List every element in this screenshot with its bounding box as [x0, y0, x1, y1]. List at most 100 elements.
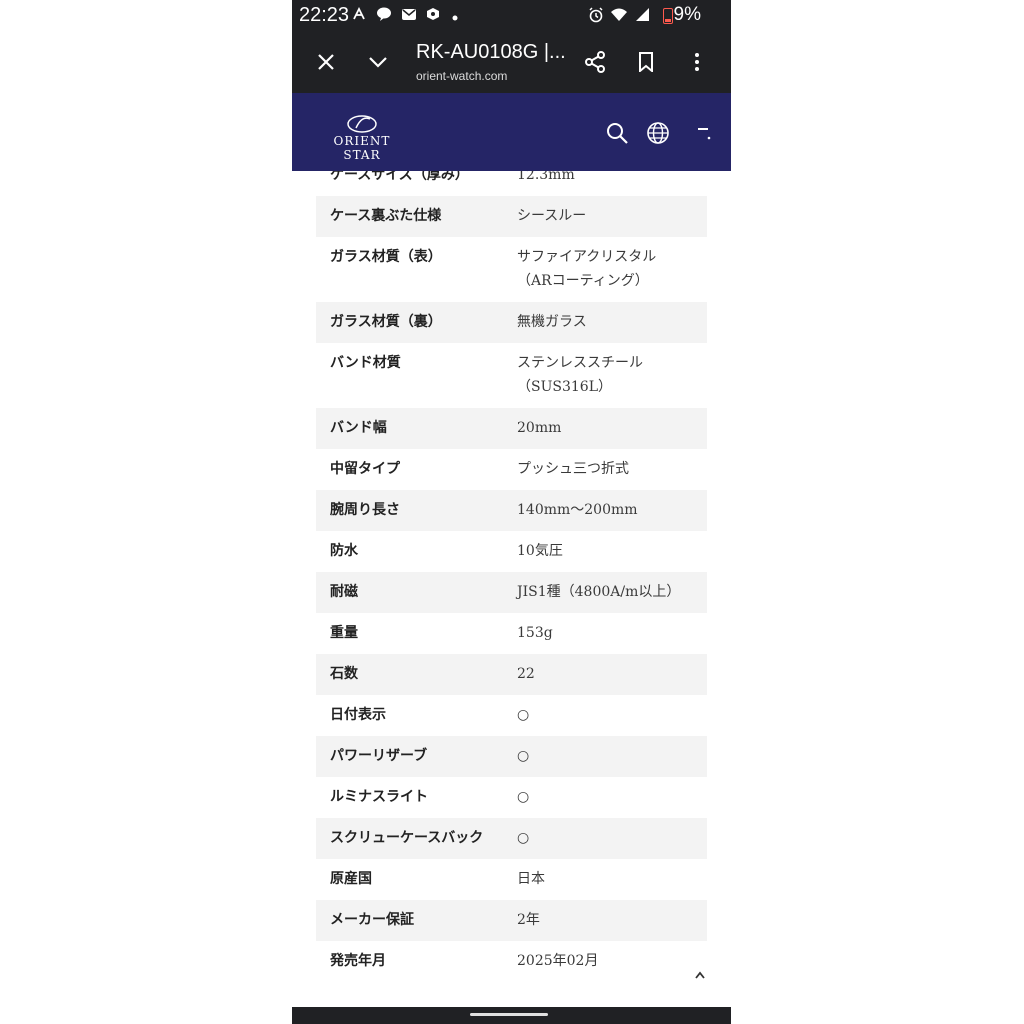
spec-value: ○ [517, 695, 707, 736]
dot-icon [452, 9, 458, 24]
spec-value-line: 無機ガラス [517, 314, 587, 330]
spec-value: ○ [517, 736, 707, 777]
battery-icon [663, 8, 673, 24]
close-icon [318, 54, 334, 70]
close-tab-button[interactable] [310, 46, 342, 78]
spec-value-line: 日本 [517, 871, 545, 887]
chevron-up-icon [695, 971, 705, 979]
spec-label: スクリューケースバック [330, 830, 484, 846]
spec-label: 重量 [330, 625, 358, 641]
spec-table: ケースサイズ（厚み） 12.3mm ケース裏ぶた仕様 シースルー ガラス材質（表） サファ… [316, 155, 707, 982]
spec-label: 発売年月 [330, 953, 386, 969]
spec-row: 日付表示 ○ [316, 695, 707, 736]
minimize-button[interactable] [362, 46, 394, 78]
spec-value: 無機ガラス [517, 302, 707, 343]
navigation-icon [352, 6, 367, 24]
spec-row: パワーリザーブ ○ [316, 736, 707, 777]
spec-value: ○ [517, 777, 707, 818]
status-time: 22:23 [299, 4, 350, 26]
spec-label: 耐磁 [330, 584, 358, 600]
spec-value-line: サファイアクリスタル [517, 249, 657, 265]
spec-row: メーカー保証 2年 [316, 900, 707, 941]
spec-value-line: JIS1種（4800A/m以上） [517, 584, 681, 600]
language-button[interactable] [644, 119, 672, 147]
browser-toolbar: RK-AU0108G |... orient-watch.com [292, 32, 731, 93]
spec-row: ルミナスライト ○ [316, 777, 707, 818]
spec-value-line: 2025年02月 [517, 953, 599, 969]
spec-value-line: 140mm～200mm [517, 502, 638, 518]
spec-value-line: 10気圧 [517, 543, 563, 559]
spec-value: JIS1種（4800A/m以上） [517, 572, 707, 613]
spec-row: バンド材質 ステンレススチール （SUS316L） [316, 343, 707, 408]
app-icon [425, 7, 441, 24]
spec-label: ケース裏ぶた仕様 [330, 208, 442, 224]
line-icon [376, 7, 392, 24]
more-vert-icon [695, 53, 699, 71]
bookmark-button[interactable] [630, 46, 662, 78]
spec-value: 10気圧 [517, 531, 707, 572]
share-icon [585, 51, 605, 73]
phone-screen: ケースサイズ（厚み） 12.3mm ケース裏ぶた仕様 シースルー ガラス材質（表） サファ… [292, 0, 731, 1024]
wifi-icon [610, 7, 628, 25]
spec-label: バンド幅 [330, 420, 387, 436]
spec-value: サファイアクリスタル （ARコーティング） [517, 237, 707, 302]
spec-value: ステンレススチール （SUS316L） [517, 343, 707, 408]
globe-icon [647, 122, 669, 144]
chevron-down-icon [369, 57, 387, 68]
spec-value: 22 [517, 654, 707, 695]
alarm-icon [588, 7, 604, 26]
spec-label: 日付表示 [330, 707, 386, 723]
orient-star-logo[interactable]: ORIENT STAR [314, 113, 406, 162]
spec-label: パワーリザーブ [330, 748, 428, 764]
menu-button[interactable] [689, 119, 717, 147]
spec-row: 中留タイプ プッシュ三つ折式 [316, 449, 707, 490]
spec-value-line: ○ [517, 748, 530, 764]
system-nav-bar [292, 1007, 731, 1024]
spec-value-line: ○ [517, 830, 530, 846]
spec-label: バンド材質 [330, 355, 401, 371]
brand-name: ORIENT STAR [333, 134, 391, 162]
spec-value-line: 22 [517, 666, 535, 682]
spec-value-line: ○ [517, 789, 530, 805]
search-icon [607, 123, 628, 144]
more-options-button[interactable] [681, 46, 713, 78]
spec-label: 防水 [330, 543, 358, 559]
search-button[interactable] [603, 119, 631, 147]
spec-label: メーカー保証 [330, 912, 414, 928]
battery-percent: 9% [673, 4, 701, 25]
back-to-top-button[interactable] [680, 955, 720, 995]
share-button[interactable] [579, 46, 611, 78]
spec-label: 原産国 [330, 871, 372, 887]
home-gesture-handle[interactable] [470, 1013, 548, 1016]
spec-row: 防水 10気圧 [316, 531, 707, 572]
spec-row: バンド幅 20mm [316, 408, 707, 449]
spec-row: ガラス材質（表） サファイアクリスタル （ARコーティング） [316, 237, 707, 302]
spec-value-line: ○ [517, 707, 530, 723]
spec-value-line: （SUS316L） [517, 379, 612, 395]
signal-icon [634, 7, 650, 25]
spec-value-line: （ARコーティング） [517, 273, 649, 289]
spec-row: 原産国 日本 [316, 859, 707, 900]
spec-value: 140mm～200mm [517, 490, 707, 531]
spec-label: 腕周り長さ [330, 502, 400, 518]
spec-value-line: プッシュ三つ折式 [517, 461, 629, 477]
spec-row: ケース裏ぶた仕様 シースルー [316, 196, 707, 237]
spec-value: ○ [517, 818, 707, 859]
logo-emblem-icon [347, 115, 377, 133]
spec-value: 2年 [517, 900, 707, 941]
mail-icon [401, 7, 417, 24]
spec-row: ガラス材質（裏） 無機ガラス [316, 302, 707, 343]
spec-value: 2025年02月 [517, 941, 707, 982]
spec-value: 153g [517, 613, 707, 654]
spec-row: 腕周り長さ 140mm～200mm [316, 490, 707, 531]
spec-value-line: 20mm [517, 420, 562, 436]
site-header: ORIENT STAR [292, 93, 731, 171]
spec-row: スクリューケースバック ○ [316, 818, 707, 859]
spec-row: 石数 22 [316, 654, 707, 695]
spec-row: 耐磁 JIS1種（4800A/m以上） [316, 572, 707, 613]
spec-value-line: シースルー [517, 208, 587, 224]
spec-label: 石数 [330, 666, 358, 682]
spec-label: ガラス材質（裏） [330, 314, 442, 330]
spec-label: ルミナスライト [330, 789, 428, 805]
spec-label: ガラス材質（表） [330, 249, 442, 265]
